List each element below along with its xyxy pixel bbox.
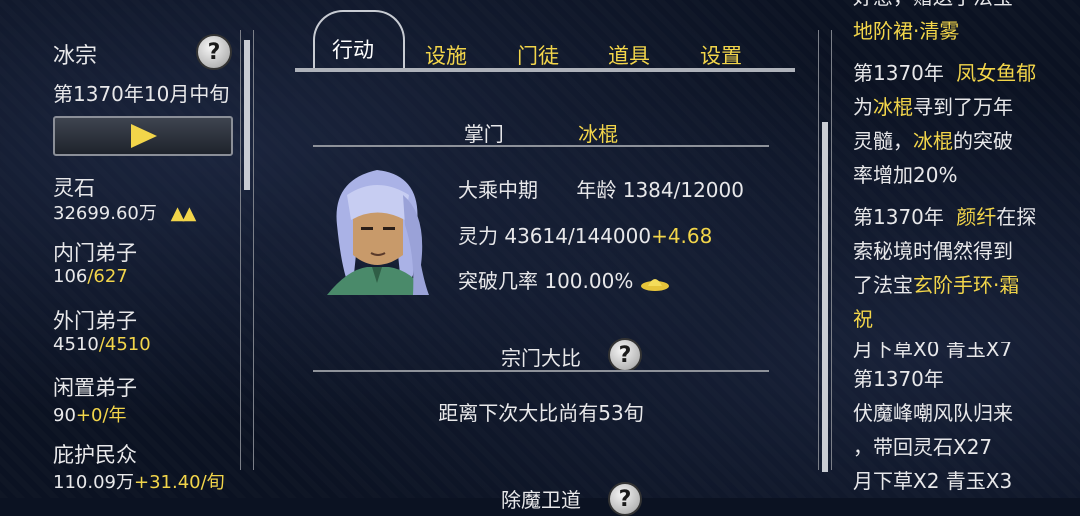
log-name: 冰棍: [913, 129, 953, 153]
inner-disciples-count: 106: [53, 266, 88, 287]
tab-bar: 行动 设施 门徒 道具 设置: [295, 0, 795, 80]
log-line: 伏魔峰嘲风队归来: [853, 401, 1013, 425]
divider: [313, 145, 769, 147]
leader-realm-row: 大乘中期 年龄 1384/12000: [458, 174, 744, 203]
age-label: 年龄: [576, 178, 617, 202]
current-date: 第1370年10月中旬: [53, 82, 230, 106]
contest-title: 宗门大比: [501, 346, 581, 370]
stat-value-outer-disciples: 4510/4510: [53, 334, 151, 355]
protected-people-rate: +31.40/旬: [133, 472, 225, 493]
stat-label-outer-disciples: 外门弟子: [53, 309, 137, 333]
log-year: 第1370年: [853, 61, 944, 85]
break-label: 突破几率: [458, 269, 538, 293]
log-line: 第1370年 颜纤在探: [853, 200, 1063, 234]
gold-hat-icon: [640, 278, 669, 291]
leader-power-row: 灵力 43614/144000+4.68: [458, 220, 712, 249]
log-line: 为冰棍寻到了万年: [853, 90, 1063, 124]
outer-disciples-count: 4510: [53, 334, 99, 355]
contest-header: 宗门大比: [313, 342, 769, 371]
leader-title: 掌门: [463, 122, 504, 146]
main-panel: 行动 设施 门徒 道具 设置 掌门 冰棍 大乘中期 年龄 1384/12000 …: [295, 0, 795, 516]
log-year: 第1370年: [853, 205, 944, 229]
outer-disciples-max: /4510: [98, 334, 151, 355]
help-icon[interactable]: [196, 34, 232, 70]
demon-section-title: 除魔卫道: [501, 488, 581, 512]
log-item: 玄阶手环·霜: [913, 273, 1020, 297]
power-rate: +4.68: [651, 224, 713, 248]
stat-value-spirit-stone: 32699.60万 ▲▲: [53, 199, 197, 225]
left-scrollbar[interactable]: [240, 30, 254, 470]
tab-action[interactable]: 行动: [332, 34, 374, 64]
log-name: 颜纤: [956, 205, 997, 229]
stat-value-idle-disciples: 90+0/年: [53, 401, 127, 427]
power-value: 43614/144000: [504, 224, 652, 248]
right-scrollbar-thumb[interactable]: [822, 122, 828, 472]
tab-facilities[interactable]: 设施: [425, 40, 467, 70]
log-item: 地阶裙·清雾: [853, 19, 960, 43]
log-year: 第1370年: [853, 367, 944, 391]
stat-value-inner-disciples: 106/627: [53, 266, 128, 287]
stat-label-spirit-stone: 灵石: [53, 176, 95, 200]
leader-name[interactable]: 冰棍: [578, 122, 618, 146]
increase-arrows-icon: ▲▲: [170, 203, 197, 224]
tab-settings[interactable]: 设置: [700, 40, 742, 70]
leader-break-row: 突破几率 100.00%: [458, 265, 670, 294]
next-turn-button[interactable]: [53, 116, 233, 156]
leader-realm: 大乘中期: [458, 178, 538, 202]
event-log-panel: 好感，赠送了法宝 地阶裙·清雾 第1370年 凤女鱼郁 为冰棍寻到了万年 灵髓，…: [818, 0, 1080, 498]
log-text: 灵髓，: [853, 129, 913, 153]
log-text: 寻到了万年: [913, 95, 1013, 119]
log-line-clipped: 月下草X0 青玉X7: [853, 342, 1013, 361]
contest-countdown: 距离下次大比尚有53旬: [438, 401, 644, 425]
demon-help-icon[interactable]: [608, 482, 642, 516]
log-line: 了法宝玄阶手环·霜: [853, 268, 1063, 302]
tab-items[interactable]: 道具: [608, 40, 650, 70]
log-name: 凤女鱼郁: [956, 61, 1037, 85]
idle-disciples-rate: +0/年: [75, 405, 127, 426]
log-text: 在探: [996, 205, 1037, 229]
sect-name: 冰宗: [53, 44, 98, 69]
left-scrollbar-thumb[interactable]: [244, 40, 250, 190]
log-text: 了法宝: [853, 273, 913, 297]
log-line: 灵髓，冰棍的突破: [853, 124, 1063, 158]
stat-label-idle-disciples: 闲置弟子: [53, 376, 137, 400]
log-line: 索秘境时偶然得到: [853, 239, 1013, 263]
inner-disciples-max: /627: [87, 266, 128, 287]
contest-help-icon[interactable]: [608, 338, 642, 372]
log-line: 好感，赠送了法宝: [853, 0, 1063, 14]
right-scrollbar[interactable]: [818, 30, 832, 472]
log-line: 率增加20%: [853, 163, 958, 187]
leader-header: 掌门 冰棍: [313, 118, 769, 147]
demon-section-header: 除魔卫道: [313, 484, 769, 513]
log-line: ，带回灵石X27: [853, 435, 993, 459]
age-value: 1384/12000: [622, 178, 744, 202]
leader-portrait[interactable]: [317, 165, 437, 295]
play-icon: [131, 124, 157, 148]
tab-disciples[interactable]: 门徒: [517, 40, 559, 70]
stat-value-protected-people: 110.09万+31.40/旬: [53, 468, 225, 494]
stat-label-inner-disciples: 内门弟子: [53, 241, 137, 265]
log-text: 的突破: [953, 129, 1013, 153]
log-line: 第1370年 凤女鱼郁: [853, 56, 1063, 90]
idle-disciples-count: 90: [53, 405, 76, 426]
power-label: 灵力: [458, 224, 498, 248]
log-line: 月下草X2 青玉X3: [853, 469, 1013, 493]
spirit-stone-amount: 32699.60万: [53, 203, 157, 224]
protected-people-count: 110.09万: [53, 472, 134, 493]
event-log[interactable]: 好感，赠送了法宝 地阶裙·清雾 第1370年 凤女鱼郁 为冰棍寻到了万年 灵髓，…: [853, 0, 1063, 498]
log-name: 冰棍: [873, 95, 913, 119]
log-item: 祝: [853, 307, 873, 331]
left-sidebar: 冰宗 第1370年10月中旬 灵石 32699.60万 ▲▲ 内门弟子 106/…: [0, 0, 255, 498]
divider: [313, 370, 769, 372]
break-value: 100.00%: [544, 269, 634, 293]
log-text: 为: [853, 95, 873, 119]
stat-label-protected-people: 庇护民众: [53, 443, 137, 467]
